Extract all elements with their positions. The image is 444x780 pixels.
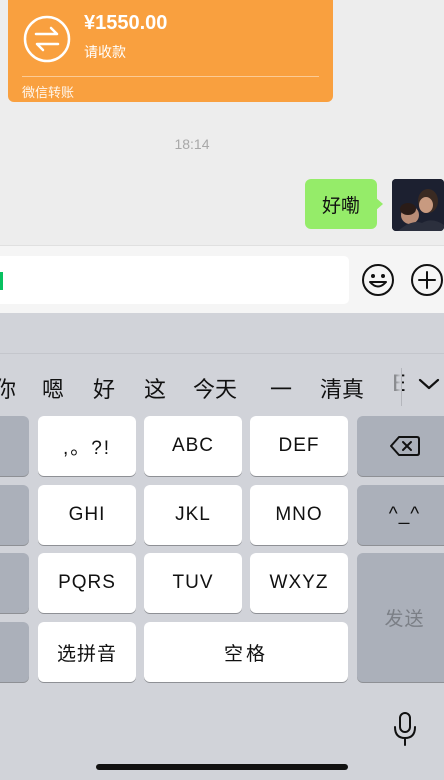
backspace-icon (389, 436, 420, 456)
space-button[interactable]: 空格 (144, 622, 348, 682)
key-def[interactable]: DEF (250, 416, 348, 476)
left-column-key[interactable] (0, 622, 29, 682)
message-timestamp: 18:14 (174, 136, 210, 152)
key-ghi[interactable]: GHI (38, 485, 136, 545)
transfer-card[interactable]: ¥1550.00 请收款 微信转账 (8, 0, 333, 102)
candidate-word[interactable]: 清真 (320, 372, 364, 404)
candidate-word[interactable]: 今天 (193, 372, 237, 404)
candidate-fade (386, 354, 401, 418)
microphone-icon[interactable] (392, 711, 418, 747)
message-bubble[interactable]: 好嘞 (305, 179, 377, 229)
transfer-icon (23, 15, 71, 63)
backspace-button[interactable] (357, 416, 444, 476)
candidate-divider (401, 368, 402, 406)
key-tuv[interactable]: TUV (144, 553, 242, 613)
message-bubble-tail (375, 197, 383, 211)
candidate-word[interactable]: 一 (270, 372, 292, 404)
emoji-button[interactable] (361, 263, 395, 297)
candidate-word[interactable]: 你 (0, 372, 16, 404)
avatar-image (392, 179, 444, 231)
key-jkl[interactable]: JKL (144, 485, 242, 545)
send-button[interactable]: 发送 (357, 553, 444, 682)
key-abc[interactable]: ABC (144, 416, 242, 476)
key-punctuation[interactable]: ,。?! (38, 416, 136, 476)
keyboard: 你 嗯 好 这 今天 一 清真 E ,。?! ABC DEF GHI JKL M… (0, 313, 444, 780)
transfer-source-label: 微信转账 (22, 86, 75, 101)
key-pqrs[interactable]: PQRS (38, 553, 136, 613)
emoticon-button[interactable]: ^_^ (357, 485, 444, 545)
candidate-word[interactable]: 好 (93, 372, 115, 404)
select-pinyin-button[interactable]: 选拼音 (38, 622, 136, 682)
home-indicator (96, 764, 348, 770)
avatar[interactable] (392, 179, 444, 231)
transfer-status: 请收款 (84, 45, 126, 61)
chat-area: ¥1550.00 请收款 微信转账 18:14 好嘞 (0, 0, 444, 245)
transfer-divider (22, 76, 319, 77)
text-caret (0, 272, 3, 290)
transfer-amount: ¥1550.00 (84, 12, 168, 34)
left-column-key[interactable] (0, 485, 29, 545)
left-column-key[interactable] (0, 416, 29, 476)
chevron-down-icon[interactable] (416, 374, 442, 394)
key-mno[interactable]: MNO (250, 485, 348, 545)
left-column-key[interactable] (0, 553, 29, 613)
more-options-button[interactable] (410, 263, 444, 297)
candidate-bar: 你 嗯 好 这 今天 一 清真 E (0, 353, 444, 418)
key-wxyz[interactable]: WXYZ (250, 553, 348, 613)
candidate-word[interactable]: 这 (144, 372, 166, 404)
input-bar (0, 245, 444, 313)
message-input[interactable] (0, 256, 349, 304)
candidate-word[interactable]: 嗯 (42, 372, 64, 404)
